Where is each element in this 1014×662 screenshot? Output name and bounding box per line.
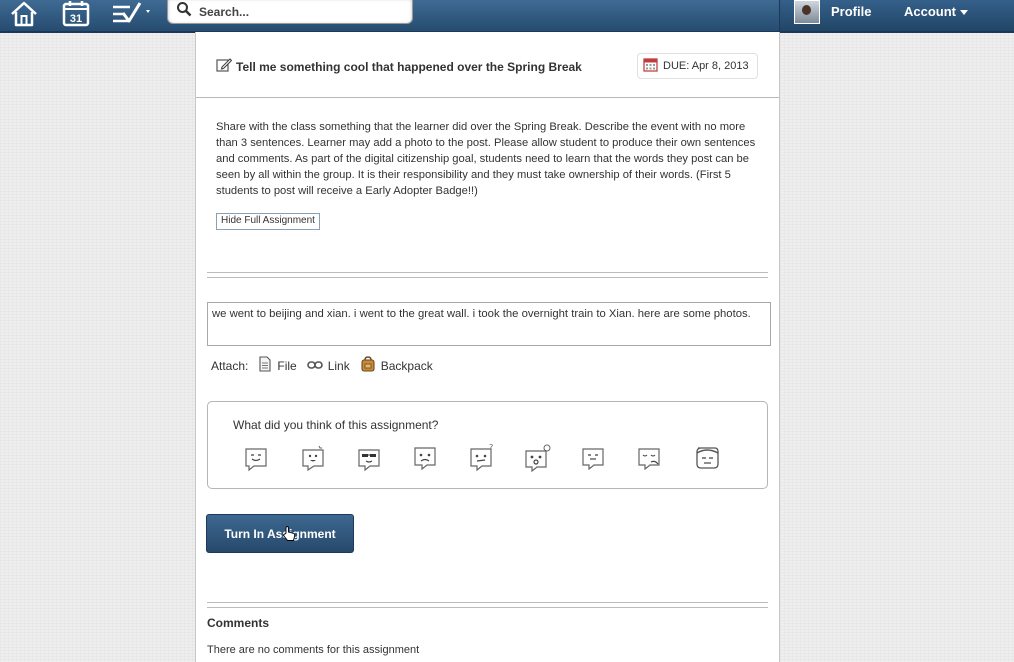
link-icon — [306, 359, 328, 373]
attach-file-button[interactable]: File — [258, 356, 297, 375]
attach-link-button[interactable]: Link — [306, 358, 350, 373]
search-icon — [176, 1, 192, 22]
feedback-question: What did you think of this assignment? — [233, 418, 439, 432]
attach-row: Attach: File Link Backpack — [211, 356, 433, 375]
calendar-icon[interactable]: 31 — [58, 0, 94, 28]
tired-face-icon[interactable] — [635, 444, 663, 472]
calendar-day-number: 31 — [70, 13, 82, 25]
chevron-down-icon — [960, 10, 968, 16]
file-icon — [258, 356, 277, 375]
comments-divider — [207, 602, 768, 608]
svg-text:?: ? — [489, 444, 493, 452]
attach-file-label: File — [277, 358, 297, 373]
assignments-checklist-icon[interactable] — [109, 0, 155, 28]
attach-backpack-button[interactable]: Backpack — [360, 356, 433, 375]
top-navigation-bar: 31 Profile Account — [0, 0, 1014, 33]
hide-full-assignment-button[interactable]: Hide Full Assignment — [216, 213, 320, 230]
surprised-face-icon[interactable] — [523, 444, 551, 472]
assignment-title: Tell me something cool that happened ove… — [236, 60, 582, 74]
assignment-title-wrap: Tell me something cool that happened ove… — [216, 57, 582, 77]
assignment-feedback-box: What did you think of this assignment? ? — [207, 401, 768, 489]
backpack-icon — [360, 356, 381, 375]
assignment-description: Share with the class something that the … — [216, 121, 756, 197]
turn-in-assignment-button[interactable]: Turn In Assignment — [206, 514, 354, 553]
assignment-card: Tell me something cool that happened ove… — [195, 32, 780, 662]
mouse-cursor-icon — [282, 526, 296, 547]
cool-face-icon[interactable] — [355, 444, 383, 472]
sad-face-icon[interactable] — [411, 444, 439, 472]
search-box[interactable] — [167, 0, 413, 24]
excited-face-icon[interactable] — [299, 444, 327, 472]
assignment-header: Tell me something cool that happened ove… — [196, 32, 779, 98]
avatar[interactable] — [794, 0, 820, 24]
user-menu-area: Profile Account — [779, 0, 1014, 31]
search-input[interactable] — [197, 3, 391, 20]
comments-heading: Comments — [207, 616, 270, 630]
happy-face-icon[interactable] — [242, 444, 270, 472]
edit-pencil-icon — [216, 57, 233, 77]
comments-empty-text: There are no comments for this assignmen… — [207, 644, 420, 656]
account-label: Account — [904, 4, 956, 19]
attach-backpack-label: Backpack — [380, 358, 433, 373]
content-face-icon[interactable] — [579, 444, 607, 472]
confused-face-icon[interactable]: ? — [467, 444, 495, 472]
profile-link[interactable]: Profile — [831, 4, 871, 19]
attach-link-label: Link — [327, 358, 350, 373]
account-menu[interactable]: Account — [904, 4, 968, 19]
response-text-field[interactable]: we went to beijing and xian. i went to t… — [207, 302, 771, 346]
calendar-small-icon — [638, 57, 663, 75]
bored-face-icon[interactable] — [693, 444, 721, 472]
due-date-text: DUE: Apr 8, 2013 — [663, 60, 749, 72]
home-icon[interactable] — [8, 0, 40, 28]
attach-label: Attach: — [211, 358, 249, 373]
section-divider — [207, 272, 768, 278]
due-date-badge: DUE: Apr 8, 2013 — [637, 53, 758, 79]
